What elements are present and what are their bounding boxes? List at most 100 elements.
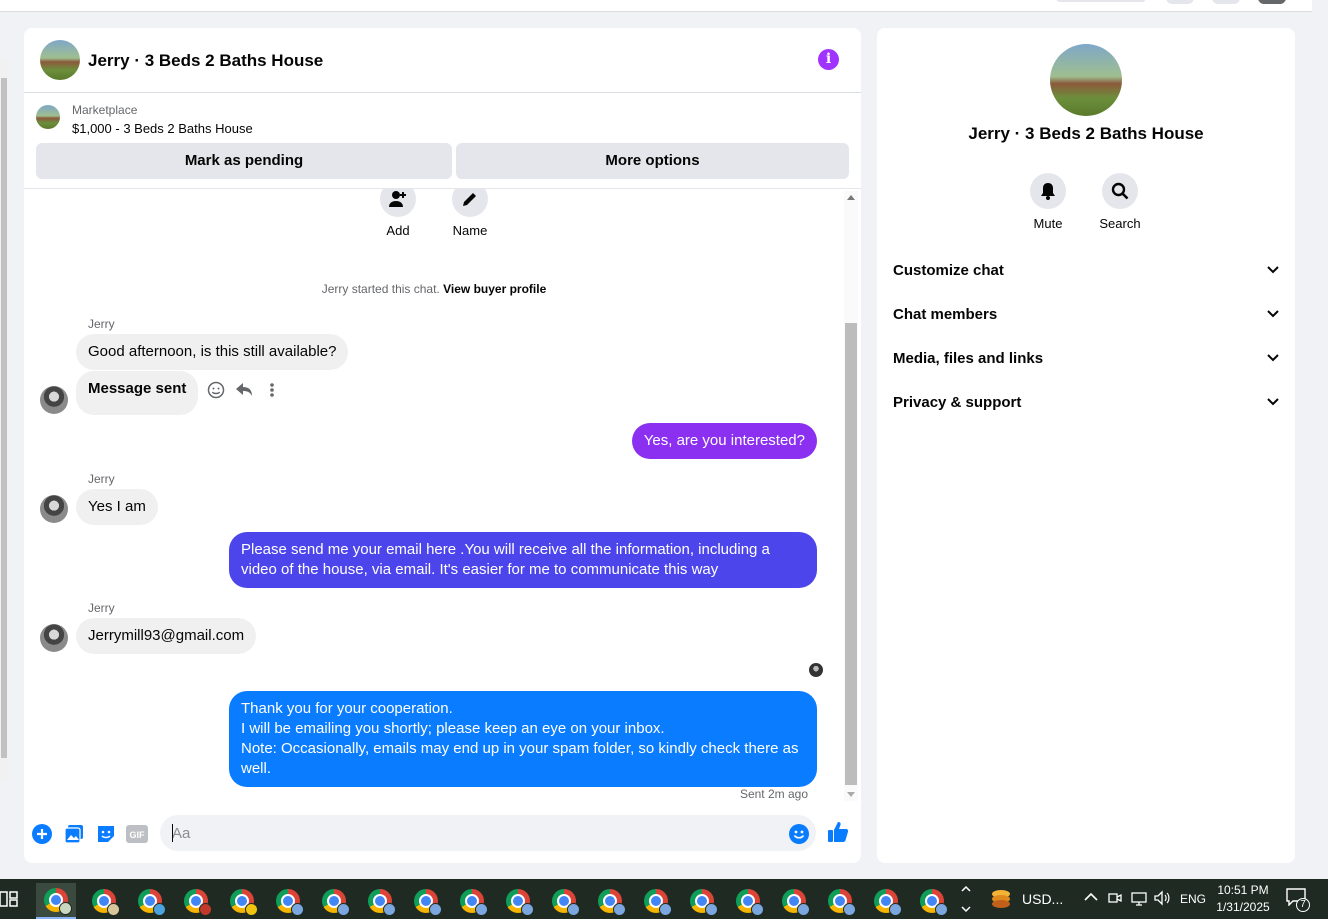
read-receipt-avatar — [809, 663, 823, 677]
name-action[interactable]: Name — [440, 189, 500, 238]
chat-scrollbar[interactable] — [844, 191, 858, 801]
more-options-button[interactable]: More options — [456, 143, 849, 179]
sender-avatar[interactable] — [40, 495, 68, 523]
sender-avatar[interactable] — [40, 386, 68, 414]
chrome-taskbar-icon[interactable] — [774, 883, 814, 919]
chrome-taskbar-icon[interactable] — [452, 883, 492, 919]
message-bubble-incoming[interactable]: Message sent — [76, 371, 199, 415]
react-smiley-icon[interactable] — [206, 380, 226, 400]
listing-title[interactable]: $1,000 - 3 Beds 2 Baths House — [72, 121, 253, 136]
language-indicator[interactable]: ENG — [1180, 892, 1206, 906]
chrome-taskbar-icon[interactable] — [728, 883, 768, 919]
svg-text:GIF: GIF — [130, 830, 146, 840]
chrome-taskbar-icon[interactable] — [36, 883, 76, 919]
chrome-taskbar-icon[interactable] — [222, 883, 262, 919]
sender-avatar[interactable] — [40, 624, 68, 652]
chrome-taskbar-icon[interactable] — [590, 883, 630, 919]
details-title: Jerry · 3 Beds 2 Baths House — [968, 124, 1204, 143]
plus-icon[interactable] — [31, 823, 53, 845]
message-actions — [206, 380, 282, 400]
search-action[interactable]: Search — [1090, 173, 1150, 231]
chrome-taskbar-icon[interactable] — [636, 883, 676, 919]
chrome-taskbar-icon[interactable] — [498, 883, 538, 919]
chrome-taskbar-icon[interactable] — [544, 883, 584, 919]
photo-icon[interactable] — [63, 823, 85, 845]
message-bubble-incoming[interactable]: Good afternoon, is this still available? — [76, 334, 349, 370]
chat-panel: Jerry · 3 Beds 2 Baths House i Marketpla… — [24, 28, 861, 863]
search-label: Search — [1099, 216, 1141, 231]
meet-now-icon[interactable] — [1108, 890, 1122, 906]
browser-top-strip — [0, 0, 1312, 12]
volume-icon[interactable] — [1154, 890, 1170, 906]
chrome-taskbar-icon[interactable] — [406, 883, 446, 919]
notification-center-icon[interactable]: 7 — [1286, 888, 1310, 912]
gif-icon[interactable]: GIF — [126, 823, 148, 845]
pencil-icon — [452, 189, 488, 217]
message-bubble-incoming[interactable]: Yes I am — [76, 489, 158, 525]
message-bubble-outgoing[interactable]: Yes, are you interested? — [631, 423, 817, 459]
chat-avatar[interactable] — [40, 40, 80, 80]
accordion-media-files-links[interactable]: Media, files and links — [893, 343, 1279, 373]
chat-title[interactable]: Jerry · 3 Beds 2 Baths House — [88, 51, 323, 71]
message-bubble-outgoing[interactable]: Thank you for your cooperation. I will b… — [229, 691, 817, 787]
chevron-down-icon — [1267, 310, 1279, 318]
accordion-privacy-support[interactable]: Privacy & support — [893, 387, 1279, 417]
system-clock[interactable]: 10:51 PM 1/31/2025 — [1208, 882, 1278, 916]
chrome-taskbar-icon[interactable] — [314, 883, 354, 919]
scroll-thumb[interactable] — [845, 323, 857, 785]
mute-action[interactable]: Mute — [1018, 173, 1078, 231]
scroll-down-arrow-icon[interactable] — [847, 792, 855, 797]
network-icon[interactable] — [1131, 890, 1147, 906]
chrome-taskbar-icon[interactable] — [130, 883, 170, 919]
chrome-taskbar-icon[interactable] — [912, 883, 952, 919]
message-input[interactable] — [160, 815, 816, 851]
listing-thumbnail[interactable] — [36, 105, 60, 129]
emoji-icon[interactable] — [788, 823, 810, 845]
chrome-taskbar-icon[interactable] — [820, 883, 860, 919]
left-scrollbar[interactable] — [0, 60, 8, 780]
like-thumbs-up-icon[interactable] — [827, 821, 849, 843]
notification-count: 7 — [1296, 898, 1310, 912]
details-avatar[interactable] — [1050, 44, 1122, 116]
accordion-chat-members[interactable]: Chat members — [893, 299, 1279, 329]
chat-started-notice: Jerry started this chat. View buyer prof… — [24, 282, 844, 296]
top-icon[interactable] — [1166, 0, 1194, 4]
windows-taskbar: USD... ENG 10:51 PM 1/31/2025 7 — [0, 879, 1328, 919]
chrome-taskbar-icon[interactable] — [360, 883, 400, 919]
message-bubble-outgoing[interactable]: Please send me your email here .You will… — [229, 532, 817, 588]
more-vertical-icon[interactable] — [262, 380, 282, 400]
reply-icon[interactable] — [234, 380, 254, 400]
message-bubble-incoming[interactable]: Jerrymill93@gmail.com — [76, 618, 257, 654]
task-view-icon[interactable] — [0, 889, 18, 909]
chevron-down-icon — [1267, 354, 1279, 362]
add-person-icon — [380, 189, 416, 217]
taskbar-scroll-arrows-icon[interactable] — [961, 883, 971, 915]
sender-name: Jerry — [88, 472, 115, 486]
clock-time: 10:51 PM — [1217, 883, 1269, 897]
clock-date: 1/31/2025 — [1216, 900, 1270, 914]
sender-name: Jerry — [88, 601, 115, 615]
accordion-customize-chat[interactable]: Customize chat — [893, 255, 1279, 285]
chrome-taskbar-icon[interactable] — [176, 883, 216, 919]
page-scrollbar[interactable] — [1312, 0, 1328, 878]
sender-name: Jerry — [88, 317, 115, 331]
mark-as-pending-button[interactable]: Mark as pending — [36, 143, 452, 179]
currency-stack-icon[interactable] — [990, 888, 1012, 910]
chevron-up-icon[interactable] — [1084, 892, 1098, 902]
search-icon — [1102, 173, 1138, 209]
chrome-taskbar-icon[interactable] — [682, 883, 722, 919]
sticker-icon[interactable] — [95, 823, 117, 845]
top-icon[interactable] — [1212, 0, 1240, 4]
chevron-down-icon — [1267, 266, 1279, 274]
profile-avatar[interactable] — [1258, 0, 1286, 4]
scroll-up-arrow-icon[interactable] — [847, 195, 855, 200]
chrome-taskbar-icon[interactable] — [268, 883, 308, 919]
add-people-action[interactable]: Add — [368, 189, 428, 238]
chrome-taskbar-icon[interactable] — [866, 883, 906, 919]
accordion-label: Privacy & support — [893, 393, 1022, 411]
tray-app-label[interactable]: USD... — [1022, 891, 1063, 907]
view-buyer-profile-link[interactable]: View buyer profile — [443, 282, 546, 296]
accordion-label: Media, files and links — [893, 349, 1044, 367]
info-icon[interactable]: i — [818, 49, 839, 70]
chrome-taskbar-icon[interactable] — [84, 883, 124, 919]
